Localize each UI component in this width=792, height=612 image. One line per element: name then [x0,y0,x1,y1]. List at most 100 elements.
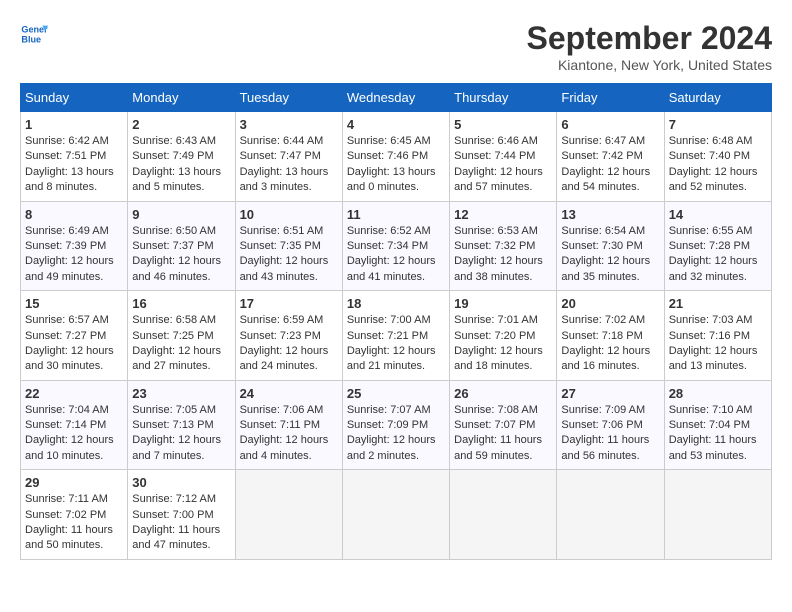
column-header-wednesday: Wednesday [342,84,449,112]
sunrise-label: Sunrise: 6:53 AM [454,225,538,237]
daylight-label: Daylight: 12 hours and 7 minutes. [132,434,221,461]
day-detail: Sunrise: 6:43 AM Sunset: 7:49 PM Dayligh… [132,134,230,196]
sunset-label: Sunset: 7:39 PM [25,240,106,252]
sunrise-label: Sunrise: 6:52 AM [347,225,431,237]
calendar-cell: 2 Sunrise: 6:43 AM Sunset: 7:49 PM Dayli… [128,112,235,202]
calendar-cell [235,470,342,560]
sunrise-label: Sunrise: 7:09 AM [561,404,645,416]
sunset-label: Sunset: 7:49 PM [132,150,213,162]
sunrise-label: Sunrise: 6:44 AM [240,135,324,147]
day-detail: Sunrise: 6:51 AM Sunset: 7:35 PM Dayligh… [240,224,338,286]
calendar-cell: 17 Sunrise: 6:59 AM Sunset: 7:23 PM Dayl… [235,291,342,381]
daylight-label: Daylight: 11 hours and 59 minutes. [454,434,542,461]
calendar-body: 1 Sunrise: 6:42 AM Sunset: 7:51 PM Dayli… [21,112,772,560]
sunset-label: Sunset: 7:11 PM [240,419,321,431]
sunrise-label: Sunrise: 6:43 AM [132,135,216,147]
calendar-cell: 20 Sunrise: 7:02 AM Sunset: 7:18 PM Dayl… [557,291,664,381]
day-number: 15 [25,296,123,311]
daylight-label: Daylight: 11 hours and 56 minutes. [561,434,649,461]
sunrise-label: Sunrise: 6:58 AM [132,314,216,326]
daylight-label: Daylight: 11 hours and 53 minutes. [669,434,757,461]
daylight-label: Daylight: 12 hours and 2 minutes. [347,434,436,461]
day-detail: Sunrise: 7:09 AM Sunset: 7:06 PM Dayligh… [561,403,659,465]
day-number: 24 [240,386,338,401]
day-detail: Sunrise: 6:42 AM Sunset: 7:51 PM Dayligh… [25,134,123,196]
daylight-label: Daylight: 13 hours and 5 minutes. [132,166,221,193]
calendar-week-row: 8 Sunrise: 6:49 AM Sunset: 7:39 PM Dayli… [21,201,772,291]
sunset-label: Sunset: 7:42 PM [561,150,642,162]
calendar-cell: 18 Sunrise: 7:00 AM Sunset: 7:21 PM Dayl… [342,291,449,381]
column-header-friday: Friday [557,84,664,112]
day-detail: Sunrise: 6:47 AM Sunset: 7:42 PM Dayligh… [561,134,659,196]
calendar-cell [664,470,771,560]
day-detail: Sunrise: 6:55 AM Sunset: 7:28 PM Dayligh… [669,224,767,286]
daylight-label: Daylight: 12 hours and 54 minutes. [561,166,650,193]
daylight-label: Daylight: 12 hours and 21 minutes. [347,345,436,372]
svg-text:Blue: Blue [21,34,41,44]
sunset-label: Sunset: 7:25 PM [132,330,213,342]
calendar-cell: 13 Sunrise: 6:54 AM Sunset: 7:30 PM Dayl… [557,201,664,291]
calendar-header-row: SundayMondayTuesdayWednesdayThursdayFrid… [21,84,772,112]
logo: General Blue [20,20,48,48]
calendar-cell: 24 Sunrise: 7:06 AM Sunset: 7:11 PM Dayl… [235,380,342,470]
daylight-label: Daylight: 12 hours and 30 minutes. [25,345,114,372]
sunrise-label: Sunrise: 6:55 AM [669,225,753,237]
day-detail: Sunrise: 6:57 AM Sunset: 7:27 PM Dayligh… [25,313,123,375]
calendar-cell: 27 Sunrise: 7:09 AM Sunset: 7:06 PM Dayl… [557,380,664,470]
calendar-cell: 7 Sunrise: 6:48 AM Sunset: 7:40 PM Dayli… [664,112,771,202]
sunrise-label: Sunrise: 7:06 AM [240,404,324,416]
day-number: 1 [25,117,123,132]
column-header-thursday: Thursday [450,84,557,112]
sunrise-label: Sunrise: 6:57 AM [25,314,109,326]
sunrise-label: Sunrise: 7:04 AM [25,404,109,416]
sunset-label: Sunset: 7:09 PM [347,419,428,431]
daylight-label: Daylight: 12 hours and 38 minutes. [454,255,543,282]
day-detail: Sunrise: 6:50 AM Sunset: 7:37 PM Dayligh… [132,224,230,286]
day-detail: Sunrise: 6:54 AM Sunset: 7:30 PM Dayligh… [561,224,659,286]
calendar-cell: 4 Sunrise: 6:45 AM Sunset: 7:46 PM Dayli… [342,112,449,202]
sunrise-label: Sunrise: 6:48 AM [669,135,753,147]
calendar-week-row: 22 Sunrise: 7:04 AM Sunset: 7:14 PM Dayl… [21,380,772,470]
sunrise-label: Sunrise: 7:11 AM [25,493,108,505]
sunrise-label: Sunrise: 6:54 AM [561,225,645,237]
sunrise-label: Sunrise: 6:59 AM [240,314,324,326]
sunset-label: Sunset: 7:07 PM [454,419,535,431]
calendar-cell: 23 Sunrise: 7:05 AM Sunset: 7:13 PM Dayl… [128,380,235,470]
daylight-label: Daylight: 13 hours and 8 minutes. [25,166,114,193]
sunrise-label: Sunrise: 7:08 AM [454,404,538,416]
daylight-label: Daylight: 12 hours and 35 minutes. [561,255,650,282]
daylight-label: Daylight: 12 hours and 46 minutes. [132,255,221,282]
logo-icon: General Blue [20,20,48,48]
sunrise-label: Sunrise: 6:49 AM [25,225,109,237]
day-number: 5 [454,117,552,132]
calendar-cell: 15 Sunrise: 6:57 AM Sunset: 7:27 PM Dayl… [21,291,128,381]
day-detail: Sunrise: 6:48 AM Sunset: 7:40 PM Dayligh… [669,134,767,196]
day-number: 28 [669,386,767,401]
sunset-label: Sunset: 7:21 PM [347,330,428,342]
day-number: 13 [561,207,659,222]
day-detail: Sunrise: 6:49 AM Sunset: 7:39 PM Dayligh… [25,224,123,286]
sunset-label: Sunset: 7:47 PM [240,150,321,162]
sunset-label: Sunset: 7:30 PM [561,240,642,252]
sunrise-label: Sunrise: 7:05 AM [132,404,216,416]
daylight-label: Daylight: 13 hours and 3 minutes. [240,166,329,193]
column-header-monday: Monday [128,84,235,112]
title-section: September 2024 Kiantone, New York, Unite… [527,20,772,73]
sunrise-label: Sunrise: 7:07 AM [347,404,431,416]
day-detail: Sunrise: 7:06 AM Sunset: 7:11 PM Dayligh… [240,403,338,465]
calendar-cell: 9 Sunrise: 6:50 AM Sunset: 7:37 PM Dayli… [128,201,235,291]
day-detail: Sunrise: 7:01 AM Sunset: 7:20 PM Dayligh… [454,313,552,375]
day-number: 26 [454,386,552,401]
sunset-label: Sunset: 7:34 PM [347,240,428,252]
day-number: 2 [132,117,230,132]
daylight-label: Daylight: 12 hours and 49 minutes. [25,255,114,282]
day-detail: Sunrise: 7:10 AM Sunset: 7:04 PM Dayligh… [669,403,767,465]
day-detail: Sunrise: 7:12 AM Sunset: 7:00 PM Dayligh… [132,492,230,554]
day-number: 25 [347,386,445,401]
day-detail: Sunrise: 6:52 AM Sunset: 7:34 PM Dayligh… [347,224,445,286]
calendar-cell: 5 Sunrise: 6:46 AM Sunset: 7:44 PM Dayli… [450,112,557,202]
day-detail: Sunrise: 7:00 AM Sunset: 7:21 PM Dayligh… [347,313,445,375]
column-header-saturday: Saturday [664,84,771,112]
sunset-label: Sunset: 7:23 PM [240,330,321,342]
day-detail: Sunrise: 7:03 AM Sunset: 7:16 PM Dayligh… [669,313,767,375]
